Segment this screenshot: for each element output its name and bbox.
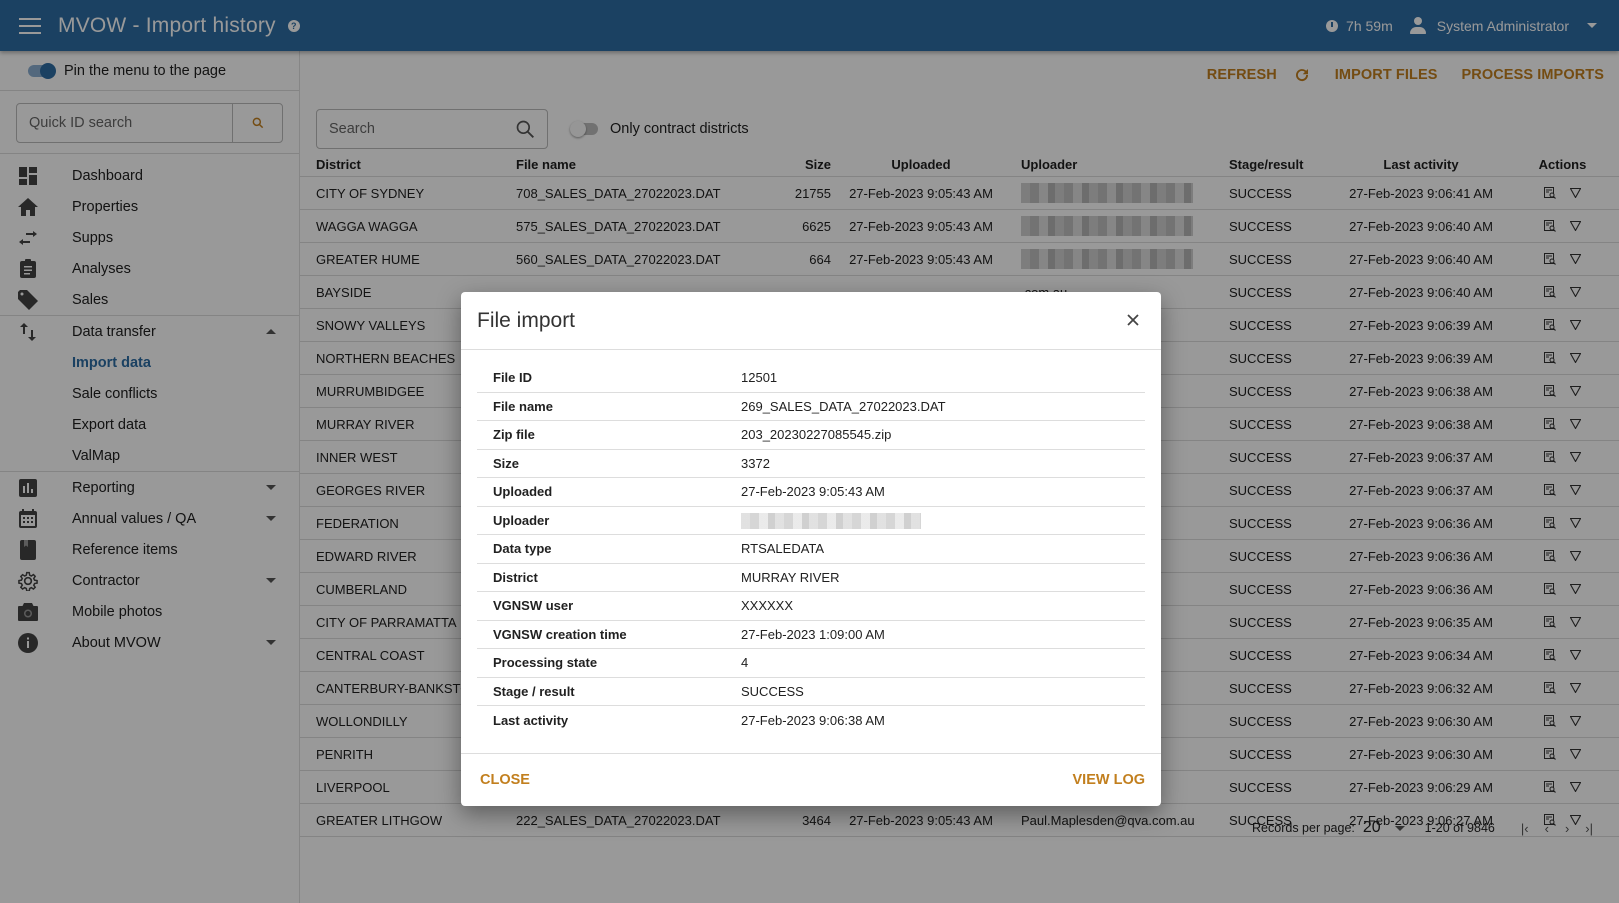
detail-value: 203_20230227085545.zip	[741, 427, 892, 443]
detail-label: Processing state	[493, 655, 598, 671]
detail-value	[741, 512, 921, 529]
detail-label: Uploaded	[493, 484, 553, 500]
detail-row: VGNSW creation time 27-Feb-2023 1:09:00 A…	[477, 621, 1145, 649]
detail-label: Last activity	[493, 712, 569, 728]
detail-label: Data type	[493, 541, 552, 557]
detail-label: Stage / result	[493, 683, 575, 699]
detail-label: Size	[493, 455, 520, 471]
detail-label: Zip file	[493, 427, 535, 443]
detail-value: XXXXXX	[741, 598, 794, 614]
detail-label: Uploader	[493, 512, 550, 528]
close-button[interactable]: CLOSE	[480, 772, 530, 788]
detail-label: VGNSW creation time	[493, 626, 627, 642]
detail-value: 27-Feb-2023 9:06:38 AM	[741, 712, 885, 728]
detail-value: 269_SALES_DATA_27022023.DAT	[741, 398, 946, 414]
detail-value: 4	[741, 655, 749, 671]
detail-row: Uploaded 27-Feb-2023 9:05:43 AM	[477, 478, 1145, 507]
dialog-header: File import	[461, 292, 1161, 350]
detail-label: File name	[493, 398, 553, 414]
file-import-dialog: File import File ID 12501 File name 269_SAL…	[461, 292, 1161, 806]
detail-row: File ID 12501	[477, 364, 1145, 393]
detail-row: District MURRAY RIVER	[477, 564, 1145, 592]
dialog-footer: CLOSE VIEW LOG	[461, 753, 1161, 806]
dialog-details: File ID 12501 File name 269_SALES_DATA_2702…	[461, 350, 1161, 735]
detail-value: SUCCESS	[741, 683, 804, 699]
detail-row: Zip file 203_20230227085545.zip	[477, 421, 1145, 450]
detail-value: 27-Feb-2023 9:05:43 AM	[741, 484, 885, 500]
detail-row: Size 3372	[477, 450, 1145, 478]
view-log-button[interactable]: VIEW LOG	[1073, 772, 1146, 788]
detail-value: RTSALEDATA	[741, 541, 825, 557]
detail-row: File name 269_SALES_DATA_27022023.DAT	[477, 393, 1145, 421]
detail-label: File ID	[493, 370, 533, 386]
detail-row: Uploader	[477, 507, 1145, 535]
detail-row: Processing state 4	[477, 649, 1145, 678]
detail-label: District	[493, 569, 538, 585]
detail-row: Last activity 27-Feb-2023 9:06:38 AM	[477, 706, 1145, 735]
detail-value: MURRAY RIVER	[741, 569, 840, 585]
detail-value: 12501	[741, 370, 778, 386]
detail-value: 3372	[741, 455, 770, 471]
detail-label: VGNSW user	[493, 598, 574, 614]
redacted-uploader	[741, 512, 921, 529]
dialog-title: File import	[477, 308, 576, 332]
detail-value: 27-Feb-2023 1:09:00 AM	[741, 626, 885, 642]
detail-row: Data type RTSALEDATA	[477, 535, 1145, 564]
detail-row: VGNSW user XXXXXX	[477, 592, 1145, 621]
close-icon[interactable]	[1125, 312, 1141, 328]
detail-row: Stage / result SUCCESS	[477, 678, 1145, 706]
